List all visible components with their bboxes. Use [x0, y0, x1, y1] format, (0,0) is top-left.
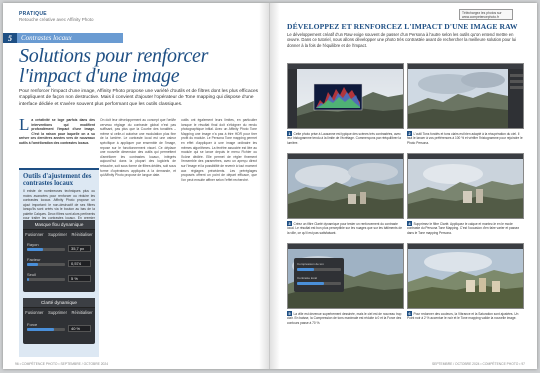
radius-label: Rayon: [27, 242, 39, 247]
tone-mapping-panel: Compression de ton Contraste local: [294, 258, 344, 292]
strength-value[interactable]: 40 %: [68, 325, 91, 332]
caption-text: Créez un filtre Clarté dynamique pour te…: [287, 222, 402, 235]
caption-text: Cette photo prise à Lausanne est typique…: [287, 132, 401, 145]
local-contrast-row: Contraste local: [297, 276, 341, 287]
merge-button[interactable]: Fusionner: [25, 232, 43, 237]
page-header: PRATIQUE Retouche créative avec Affinity…: [19, 11, 93, 22]
caption-number: 4: [407, 221, 413, 226]
caption-4: 4 Supprimez le filtre Clarté. Appliquez l…: [407, 221, 524, 235]
fold-shadow: [270, 3, 280, 369]
left-page: PRATIQUE Retouche créative avec Affinity…: [3, 3, 270, 369]
article-headline: Solutions pour renforcer l'impact d'une …: [19, 46, 259, 86]
caption-text: Pour redonner des couleurs, la Vibrance …: [407, 312, 519, 321]
caption-number: 3: [287, 221, 293, 226]
factor-slider[interactable]: [27, 263, 65, 266]
caption-6: 6 Pour redonner des couleurs, la Vibrance…: [407, 311, 524, 321]
strength-row: Force 40 %: [27, 322, 91, 333]
lausanne-photo-2: [408, 64, 523, 128]
headline-line-1: Solutions pour renforcer: [19, 45, 209, 67]
caption-number: 2: [407, 131, 413, 136]
radius-value[interactable]: 35,7 px: [68, 245, 91, 252]
box-text: Il existe de nombreuses techniques plus …: [23, 189, 95, 219]
caption-1: 1 Cette photo prise à Lausanne est typiqu…: [287, 131, 404, 145]
box-title: Outils d'ajustement des contrastes locau…: [23, 173, 92, 187]
slider-fill: [27, 278, 29, 281]
radius-slider[interactable]: [27, 248, 65, 251]
local-contrast-slider[interactable]: [297, 282, 341, 285]
factor-value[interactable]: 0,574: [68, 260, 91, 267]
fold-shadow: [259, 3, 269, 369]
subrubric: Retouche créative avec Affinity Photo: [19, 17, 94, 22]
reset-button[interactable]: Réinitialiser: [72, 232, 93, 237]
tutorial-image-4: [407, 153, 524, 219]
panel-actions: Fusionner Supprimer Réinitialiser: [23, 230, 95, 239]
tutorial-image-2: [407, 63, 524, 129]
tutorial-headline: DÉVELOPPEZ ET RENFORCEZ L'IMPACT D'UNE I…: [287, 22, 518, 31]
headline-line-2: l'impact d'une image: [19, 65, 180, 87]
download-line-2: www.competencephoto.fr: [462, 15, 500, 20]
caption-text: L'outil Tons fondés et tons clairs est b…: [407, 132, 523, 145]
caption-2: 2 L'outil Tons fondés et tons clairs est …: [407, 131, 524, 145]
threshold-label: Seuil: [27, 272, 36, 277]
drop-cap: L: [19, 118, 30, 134]
caption-number: 5: [287, 311, 293, 316]
threshold-slider[interactable]: [27, 278, 65, 281]
merge-button[interactable]: Fusionner: [25, 310, 43, 315]
caption-number: 6: [407, 311, 413, 316]
threshold-row: Seuil 5 %: [27, 272, 91, 283]
body-column-1: L a créativité se loge parfois dans des …: [19, 118, 95, 162]
body-column-2: On doit leur développement au concept qu…: [100, 118, 176, 178]
factor-row: Facteur 0,574: [27, 257, 91, 268]
slider-fill: [297, 282, 325, 285]
lausanne-photo-3: [288, 154, 403, 218]
magazine-spread: PRATIQUE Retouche créative avec Affinity…: [3, 3, 537, 369]
strength-slider[interactable]: [27, 328, 65, 331]
unsharp-mask-panel: Masque flou dynamique Fusionner Supprime…: [23, 220, 95, 292]
caption-text: Supprimez le filtre Clarté. Appliquez le…: [407, 222, 520, 235]
slider-fill: [297, 268, 314, 271]
section-bar: 5 Contrastes locaux: [3, 33, 123, 43]
page-footer: SEPTEMBRE / OCTOBRE 2024 • COMPÉTENCE PH…: [431, 362, 525, 366]
lausanne-photo-1: [288, 64, 403, 128]
section-title: Contrastes locaux: [17, 33, 123, 43]
delete-button[interactable]: Supprimer: [48, 310, 67, 315]
factor-label: Facteur: [27, 257, 41, 262]
tutorial-image-3: [287, 153, 404, 219]
local-contrast-label: Contraste local: [297, 276, 318, 280]
reset-button[interactable]: Réinitialiser: [72, 310, 93, 315]
lausanne-photo-4: [408, 154, 523, 218]
threshold-value[interactable]: 5 %: [68, 275, 91, 282]
slider-fill: [27, 328, 54, 331]
panel-actions: Fusionner Supprimer Réinitialiser: [23, 308, 95, 317]
tone-compression-label: Compression de ton: [297, 262, 324, 266]
caption-number: 1: [287, 131, 293, 136]
radius-row: Rayon 35,7 px: [27, 242, 91, 253]
tutorial-image-1: [287, 63, 404, 129]
tone-compression-slider[interactable]: [297, 268, 341, 271]
panel-title: Clarté dynamique: [23, 298, 95, 308]
tutorial-image-6: [407, 243, 524, 309]
article-lede: Pour renforcer l'impact d'une image, Aff…: [19, 89, 259, 107]
caption-text: La ville est devenue superbement dessiné…: [287, 312, 402, 325]
tutorial-lede: Le développement créatif d'un Raw exige …: [287, 32, 517, 48]
caption-3: 3 Créez un filtre Clarté dynamique pour t…: [287, 221, 404, 235]
right-page: Téléchargez les photos sur www.competenc…: [270, 3, 537, 369]
slider-fill: [27, 263, 39, 266]
body-column-3: outils ont également leurs limites, en p…: [181, 118, 257, 182]
tutorial-image-5: Compression de ton Contraste local: [287, 243, 404, 309]
panel-title: Masque flou dynamique: [23, 220, 95, 230]
download-box: Téléchargez les photos sur www.competenc…: [459, 9, 513, 20]
strength-label: Force: [27, 322, 38, 327]
slider-fill: [27, 248, 43, 251]
clarity-panel: Clarté dynamique Fusionner Supprimer Réi…: [23, 298, 95, 344]
sidebar-box: Outils d'ajustement des contrastes locau…: [19, 168, 99, 357]
tone-compression-row: Compression de ton: [297, 262, 341, 273]
page-footer: 96 • COMPÉTENCE PHOTO • SEPTEMBRE / OCTO…: [15, 362, 109, 366]
lausanne-photo-6: [408, 244, 523, 308]
section-number: 5: [3, 33, 17, 43]
delete-button[interactable]: Supprimer: [48, 232, 67, 237]
caption-5: 5 La ville est devenue superbement dessin…: [287, 311, 404, 325]
column-1-text: a créativité se loge parfois dans des in…: [19, 118, 95, 145]
